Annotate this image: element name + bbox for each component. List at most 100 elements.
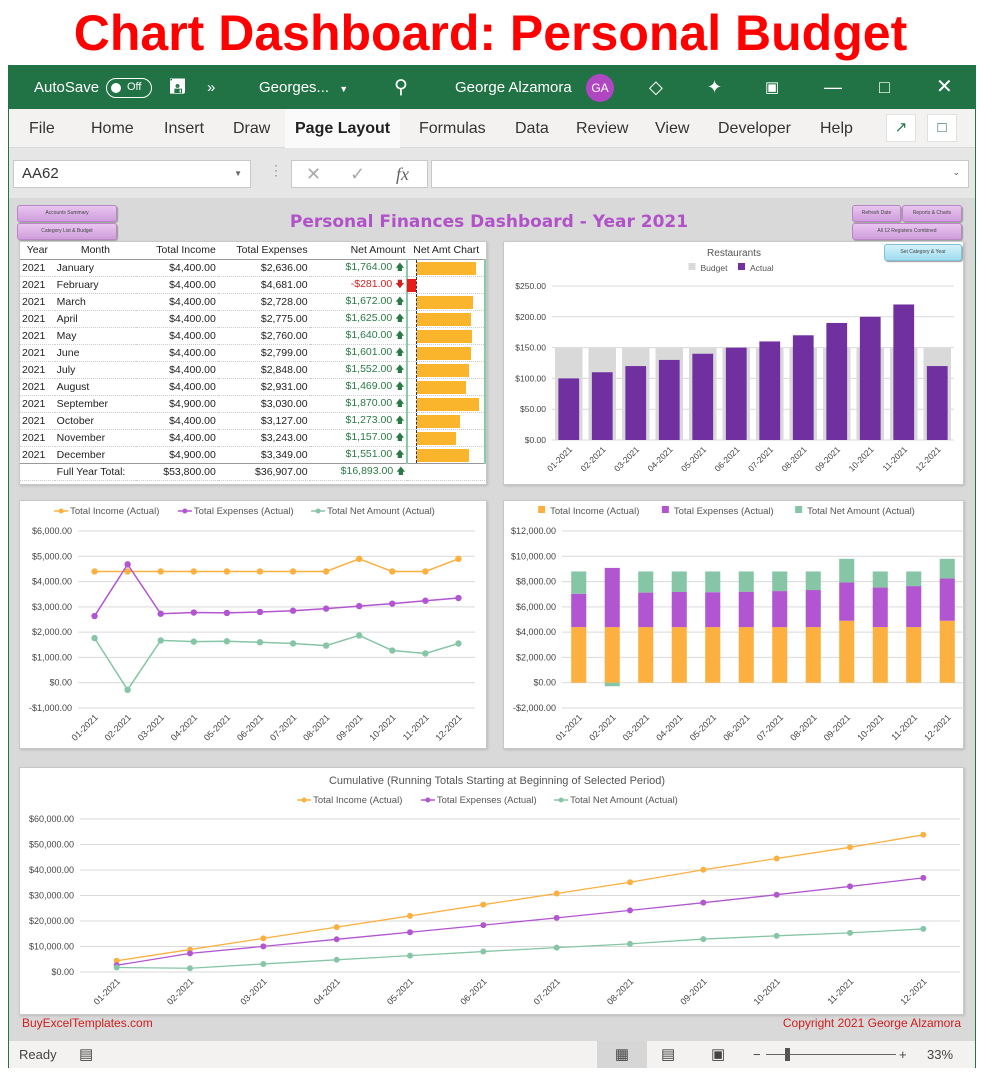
- save-icon[interactable]: 🖪: [169, 66, 186, 109]
- overflow-icon[interactable]: »: [207, 66, 215, 109]
- zoom-out-button[interactable]: −: [753, 1041, 761, 1068]
- cell-month[interactable]: January: [54, 259, 137, 277]
- cell-year[interactable]: 2021: [20, 446, 55, 464]
- cell-expenses[interactable]: $4,681.00: [217, 276, 310, 294]
- chevron-down-icon[interactable]: ▼: [234, 161, 242, 187]
- restaurants-chart-panel[interactable]: Restaurants Budget Actual $0.00 $50.00 $100.0…: [503, 241, 964, 485]
- cell-income[interactable]: $4,400.00: [136, 344, 218, 362]
- tab-draw[interactable]: Draw: [233, 109, 270, 148]
- worksheet[interactable]: Accounts Summary Category List & Budget …: [9, 198, 975, 1041]
- cell-net[interactable]: $1,625.00 🡅: [309, 310, 408, 328]
- page-break-view-icon[interactable]: ▣: [711, 1041, 725, 1068]
- accessibility-icon[interactable]: ▤: [79, 1041, 93, 1068]
- enter-icon[interactable]: ✓: [350, 161, 365, 187]
- cumulative-chart-panel[interactable]: Cumulative (Running Totals Starting at B…: [19, 767, 964, 1015]
- wand-icon[interactable]: ✦: [707, 66, 722, 109]
- cell-income[interactable]: $4,400.00: [136, 310, 218, 328]
- zoom-in-button[interactable]: +: [899, 1041, 907, 1068]
- cell-month[interactable]: December: [54, 446, 137, 464]
- cell-net[interactable]: $1,764.00 🡅: [309, 259, 408, 277]
- tab-view[interactable]: View: [655, 109, 689, 148]
- cell-net[interactable]: $1,672.00 🡅: [309, 293, 408, 311]
- cell-month[interactable]: July: [54, 361, 137, 379]
- cell-month[interactable]: March: [54, 293, 137, 311]
- cell-income[interactable]: $4,400.00: [136, 259, 218, 277]
- tab-insert[interactable]: Insert: [164, 109, 204, 148]
- refresh-date-button[interactable]: Refresh Date: [852, 205, 901, 222]
- close-icon[interactable]: ✕: [936, 66, 953, 109]
- cell-expenses[interactable]: $3,030.00: [217, 395, 310, 413]
- cell-net-chart[interactable]: [406, 327, 486, 345]
- filename-dropdown[interactable]: Georges... ▼: [259, 66, 348, 109]
- cell-net[interactable]: $1,469.00 🡅: [309, 378, 408, 396]
- cell-year[interactable]: 2021: [20, 412, 55, 430]
- monthly-stacked-chart-panel[interactable]: Total Income (Actual) Total Expenses (Act…: [503, 500, 964, 749]
- cell-year[interactable]: 2021: [20, 293, 55, 311]
- cell-expenses[interactable]: $3,349.00: [217, 446, 310, 464]
- cell-income[interactable]: $4,400.00: [136, 327, 218, 345]
- cell-expenses[interactable]: $2,760.00: [217, 327, 310, 345]
- cell-net-chart[interactable]: [406, 429, 486, 447]
- cell-month[interactable]: September: [54, 395, 137, 413]
- cell-income[interactable]: $4,400.00: [136, 276, 218, 294]
- cell-month[interactable]: October: [54, 412, 137, 430]
- set-category-button[interactable]: Set Category & Year: [884, 244, 962, 261]
- cell-year[interactable]: 2021: [20, 395, 55, 413]
- cell-year[interactable]: 2021: [20, 259, 55, 277]
- cell-income[interactable]: $4,400.00: [136, 412, 218, 430]
- share-icon[interactable]: ↗: [886, 114, 916, 142]
- zoom-level[interactable]: 33%: [927, 1041, 953, 1068]
- cell-net[interactable]: $1,640.00 🡅: [309, 327, 408, 345]
- cell-net-chart[interactable]: [406, 378, 486, 396]
- cell-month[interactable]: April: [54, 310, 137, 328]
- cell-income[interactable]: $4,400.00: [136, 293, 218, 311]
- cell-income[interactable]: $4,900.00: [136, 446, 218, 464]
- tab-formulas[interactable]: Formulas: [419, 109, 486, 148]
- cell-net[interactable]: $1,157.00 🡅: [309, 429, 408, 447]
- cell-net-chart[interactable]: [406, 361, 486, 379]
- zoom-slider-thumb[interactable]: [785, 1048, 790, 1061]
- page-layout-view-icon[interactable]: ▤: [661, 1041, 675, 1068]
- tab-review[interactable]: Review: [576, 109, 628, 148]
- tab-data[interactable]: Data: [515, 109, 549, 148]
- cell-expenses[interactable]: $2,728.00: [217, 293, 310, 311]
- cell-expenses[interactable]: $2,931.00: [217, 378, 310, 396]
- reports-charts-button[interactable]: Reports & Charts: [902, 205, 962, 222]
- cell-net-chart[interactable]: [406, 293, 486, 311]
- cell-year[interactable]: 2021: [20, 310, 55, 328]
- cell-net-chart[interactable]: [406, 344, 486, 362]
- cell-year[interactable]: 2021: [20, 327, 55, 345]
- normal-view-icon[interactable]: ▦: [597, 1041, 647, 1068]
- function-icon[interactable]: fx: [396, 161, 409, 187]
- cell-expenses[interactable]: $2,775.00: [217, 310, 310, 328]
- cell-net-chart[interactable]: [406, 259, 486, 277]
- cell-net[interactable]: $1,552.00 🡅: [309, 361, 408, 379]
- cell-year[interactable]: 2021: [20, 429, 55, 447]
- maximize-icon[interactable]: □: [879, 66, 890, 109]
- accounts-summary-button[interactable]: Accounts Summary: [17, 205, 117, 222]
- tab-page-layout[interactable]: Page Layout: [285, 109, 401, 148]
- name-box[interactable]: AA62 ▼: [13, 160, 251, 188]
- formula-input[interactable]: ⌄: [431, 160, 969, 188]
- comment-icon[interactable]: □: [927, 114, 957, 142]
- cell-net[interactable]: -$281.00 🡇: [309, 276, 408, 294]
- cell-income[interactable]: $4,900.00: [136, 395, 218, 413]
- tab-file[interactable]: File: [29, 109, 55, 148]
- cell-month[interactable]: November: [54, 429, 137, 447]
- cell-net-chart[interactable]: [406, 446, 486, 464]
- search-icon[interactable]: ⚲: [394, 66, 408, 109]
- cell-net-chart[interactable]: [406, 395, 486, 413]
- autosave-toggle[interactable]: Off: [106, 66, 152, 109]
- all-registers-button[interactable]: All 12 Registers Combined: [852, 223, 962, 240]
- autosave-state[interactable]: Off: [106, 78, 152, 99]
- tab-developer[interactable]: Developer: [718, 109, 791, 148]
- cell-month[interactable]: February: [54, 276, 137, 294]
- drag-handle-icon[interactable]: ⋮: [269, 162, 283, 179]
- cell-expenses[interactable]: $2,848.00: [217, 361, 310, 379]
- tab-home[interactable]: Home: [91, 109, 134, 148]
- minimize-icon[interactable]: —: [824, 66, 842, 109]
- cell-income[interactable]: $4,400.00: [136, 378, 218, 396]
- cell-net[interactable]: $1,273.00 🡅: [309, 412, 408, 430]
- cell-expenses[interactable]: $3,243.00: [217, 429, 310, 447]
- cell-income[interactable]: $4,400.00: [136, 361, 218, 379]
